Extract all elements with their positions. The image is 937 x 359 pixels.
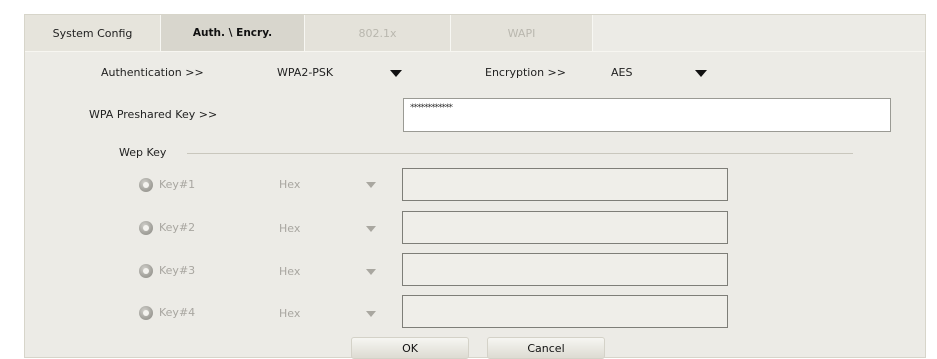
- key1-input[interactable]: [402, 168, 728, 201]
- encryption-dropdown-icon[interactable]: [695, 70, 707, 77]
- key4-input[interactable]: [402, 295, 728, 328]
- auth-encryption-panel: System Config Auth. \ Encry. 802.1x WAPI…: [24, 14, 926, 359]
- tab-divider: [25, 51, 925, 52]
- tab-system-config[interactable]: System Config: [25, 15, 161, 51]
- key1-label: Key#1: [159, 178, 196, 191]
- key4-format-select[interactable]: Hex: [279, 307, 300, 320]
- wpa-preshared-key-label: WPA Preshared Key >>: [89, 108, 218, 121]
- key2-radio[interactable]: [139, 221, 153, 235]
- ok-button[interactable]: OK: [351, 337, 469, 359]
- key1-format-select[interactable]: Hex: [279, 178, 300, 191]
- key4-label: Key#4: [159, 306, 196, 319]
- key3-input[interactable]: [402, 253, 728, 286]
- wpa-preshared-key-input[interactable]: ************: [403, 98, 891, 132]
- key3-format-select[interactable]: Hex: [279, 265, 300, 278]
- tab-8021x[interactable]: 802.1x: [305, 15, 451, 51]
- key2-format-select[interactable]: Hex: [279, 222, 300, 235]
- wep-key-group-line: [187, 153, 853, 154]
- wep-key-group-label: Wep Key: [119, 146, 167, 159]
- authentication-dropdown-icon[interactable]: [390, 70, 402, 77]
- key1-radio[interactable]: [139, 178, 153, 192]
- authentication-select[interactable]: WPA2-PSK: [277, 66, 333, 79]
- key2-format-dropdown-icon[interactable]: [366, 226, 376, 232]
- key2-label: Key#2: [159, 221, 196, 234]
- wpa-preshared-key-value: ************: [410, 103, 453, 113]
- tab-auth-encryption[interactable]: Auth. \ Encry.: [161, 15, 305, 51]
- key1-format-dropdown-icon[interactable]: [366, 182, 376, 188]
- tab-bar: System Config Auth. \ Encry. 802.1x WAPI: [25, 15, 593, 51]
- encryption-select[interactable]: AES: [611, 66, 632, 79]
- authentication-label: Authentication >>: [101, 66, 204, 79]
- cancel-button[interactable]: Cancel: [487, 337, 605, 359]
- key2-input[interactable]: [402, 211, 728, 244]
- key3-label: Key#3: [159, 264, 196, 277]
- encryption-label: Encryption >>: [485, 66, 566, 79]
- key4-radio[interactable]: [139, 306, 153, 320]
- key4-format-dropdown-icon[interactable]: [366, 311, 376, 317]
- key3-format-dropdown-icon[interactable]: [366, 269, 376, 275]
- key3-radio[interactable]: [139, 264, 153, 278]
- tab-wapi[interactable]: WAPI: [451, 15, 593, 51]
